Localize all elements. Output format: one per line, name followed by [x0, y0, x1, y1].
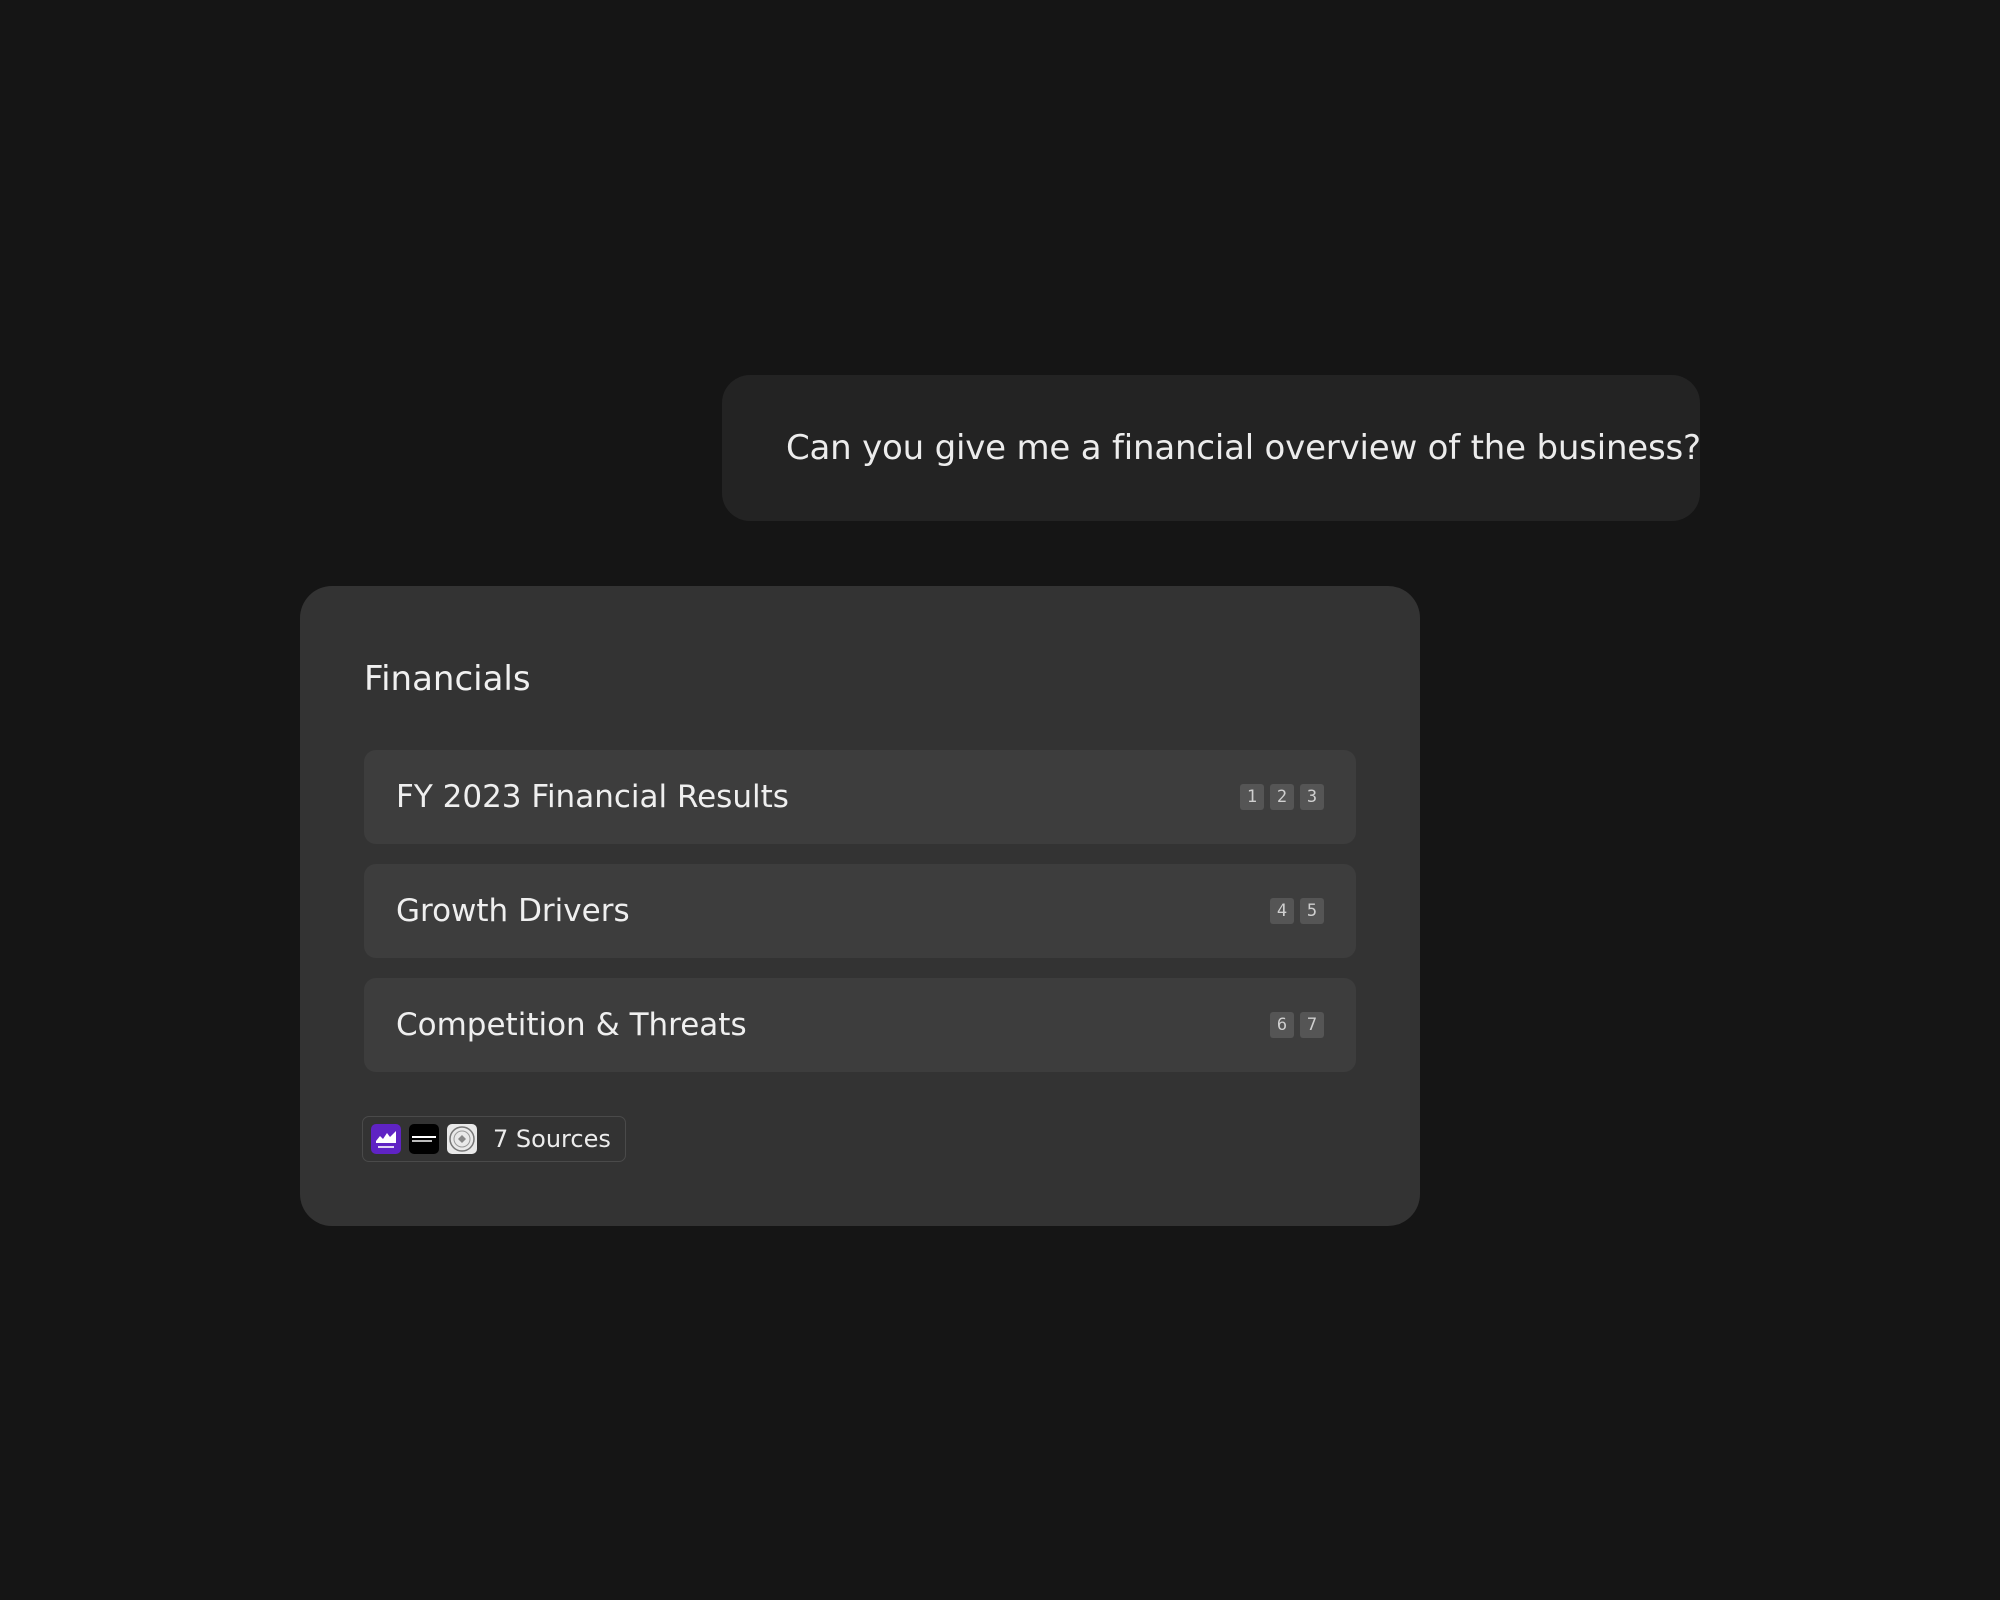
citation-badge[interactable]: 3 — [1300, 784, 1324, 810]
sec-seal-icon — [447, 1124, 477, 1154]
user-message-text: Can you give me a financial overview of … — [786, 428, 1701, 468]
citation-badge[interactable]: 5 — [1300, 898, 1324, 924]
sources-label: 7 Sources — [493, 1125, 611, 1153]
citation-badge[interactable]: 4 — [1270, 898, 1294, 924]
citation-group: 1 2 3 — [1240, 784, 1324, 810]
section-row-fy2023-results[interactable]: FY 2023 Financial Results 1 2 3 — [364, 750, 1356, 844]
section-row-label: FY 2023 Financial Results — [396, 779, 789, 815]
yahoo-finance-logo-icon — [371, 1124, 401, 1154]
citation-group: 4 5 — [1270, 898, 1324, 924]
bloomberg-logo-icon — [409, 1124, 439, 1154]
sources-button[interactable]: 7 Sources — [362, 1116, 626, 1162]
citation-badge[interactable]: 7 — [1300, 1012, 1324, 1038]
section-row-label: Growth Drivers — [396, 893, 630, 929]
citation-badge[interactable]: 2 — [1270, 784, 1294, 810]
citation-badge[interactable]: 1 — [1240, 784, 1264, 810]
section-row-growth-drivers[interactable]: Growth Drivers 4 5 — [364, 864, 1356, 958]
financials-card: Financials FY 2023 Financial Results 1 2… — [300, 586, 1420, 1226]
card-title: Financials — [364, 659, 531, 699]
section-row-label: Competition & Threats — [396, 1007, 747, 1043]
citation-badge[interactable]: 6 — [1270, 1012, 1294, 1038]
section-row-competition-threats[interactable]: Competition & Threats 6 7 — [364, 978, 1356, 1072]
citation-group: 6 7 — [1270, 1012, 1324, 1038]
user-message-bubble: Can you give me a financial overview of … — [722, 375, 1701, 521]
